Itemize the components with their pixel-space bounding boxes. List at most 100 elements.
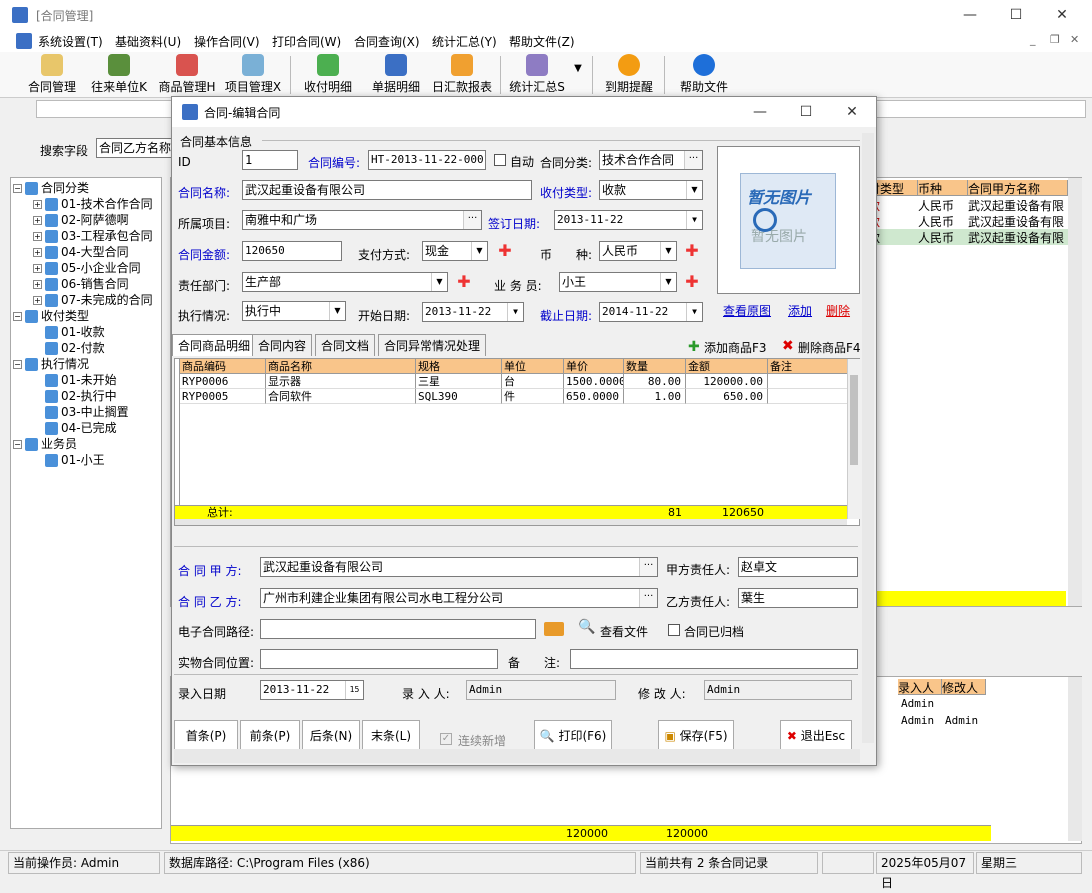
- delete-goods-icon[interactable]: ✖: [782, 338, 794, 354]
- toolbar-goods[interactable]: 商品管理H: [156, 54, 218, 96]
- expand-icon[interactable]: +: [33, 264, 42, 273]
- chevron-down-icon[interactable]: ▼: [686, 211, 702, 229]
- goods-cell[interactable]: 120000.00: [686, 374, 768, 389]
- party-b-person-field[interactable]: 葉生: [738, 588, 858, 608]
- expand-icon[interactable]: +: [33, 280, 42, 289]
- ellipsis-icon[interactable]: ···: [463, 211, 481, 229]
- archived-checkbox[interactable]: [668, 624, 680, 636]
- goods-cell[interactable]: 合同软件: [266, 389, 416, 404]
- print-button[interactable]: 🔍 打印(F6): [534, 720, 612, 752]
- category-field[interactable]: 技术合作合同 ···: [599, 150, 703, 170]
- prev-record-button[interactable]: 前条(P): [240, 720, 300, 752]
- tab-exceptions[interactable]: 合同异常情况处理: [378, 334, 487, 356]
- add-goods-button[interactable]: 添加商品F3: [704, 339, 767, 356]
- mdi-close-icon[interactable]: ✕: [1070, 33, 1079, 46]
- pay-method-select[interactable]: 现金 ▼: [422, 241, 488, 261]
- goods-vertical-scrollbar[interactable]: [847, 359, 860, 519]
- add-salesman-icon[interactable]: ✚: [685, 274, 699, 290]
- goods-col-header[interactable]: 单价: [564, 359, 624, 374]
- toolbar-statistics[interactable]: 统计汇总S: [506, 54, 568, 96]
- goods-cell[interactable]: SQL390: [416, 389, 502, 404]
- menu-help[interactable]: 帮助文件(Z): [509, 33, 575, 50]
- goods-cell[interactable]: 1.00: [624, 389, 686, 404]
- toolbar-help[interactable]: 帮助文件: [676, 54, 732, 96]
- pay-type-select[interactable]: 收款 ▼: [599, 180, 703, 200]
- tree-node[interactable]: +01-技术合作合同: [33, 196, 153, 212]
- tree-node[interactable]: +03-工程承包合同: [33, 228, 153, 244]
- delete-image-link[interactable]: 删除: [826, 302, 850, 319]
- add-currency-icon[interactable]: ✚: [685, 243, 699, 259]
- menu-operate-contract[interactable]: 操作合同(V): [194, 33, 260, 50]
- tree-node[interactable]: 01-小王: [33, 452, 105, 468]
- tree-node[interactable]: +04-大型合同: [33, 244, 129, 260]
- goods-cell[interactable]: 件: [502, 389, 564, 404]
- menu-contract-query[interactable]: 合同查询(X): [354, 33, 420, 50]
- goods-cell[interactable]: 三星: [416, 374, 502, 389]
- contract-image-box[interactable]: 暂无图片 暂无图片: [717, 146, 860, 294]
- menu-basic-data[interactable]: 基础资料(U): [115, 33, 181, 50]
- chevron-down-icon[interactable]: ▼: [431, 273, 447, 291]
- view-file-search-icon[interactable]: 🔍: [578, 619, 595, 635]
- toolbar-due-reminder[interactable]: 到期提醒: [600, 54, 658, 96]
- dialog-minimize-icon[interactable]: —: [740, 101, 780, 123]
- entry-date-picker[interactable]: 2013-11-22 15: [260, 680, 364, 700]
- add-image-link[interactable]: 添加: [788, 302, 812, 319]
- goods-col-header[interactable]: 商品名称: [266, 359, 416, 374]
- toolbar-daily-report[interactable]: 日汇款报表: [430, 54, 494, 96]
- toolbar-payment-detail[interactable]: 收付明细: [298, 54, 358, 96]
- vertical-scrollbar[interactable]: [1068, 677, 1082, 841]
- dialog-close-icon[interactable]: ✕: [832, 101, 872, 123]
- add-goods-icon[interactable]: ✚: [688, 339, 700, 355]
- next-record-button[interactable]: 后条(N): [302, 720, 360, 752]
- dialog-horizontal-scrollbar[interactable]: [174, 749, 860, 763]
- toolbar-partners[interactable]: 往来单位K: [88, 54, 150, 96]
- ellipsis-icon[interactable]: ···: [639, 589, 657, 607]
- scroll-thumb[interactable]: [850, 375, 858, 465]
- goods-cell[interactable]: 80.00: [624, 374, 686, 389]
- mdi-minimize-icon[interactable]: _: [1030, 33, 1036, 46]
- contract-no-field[interactable]: HT-2013-11-22-0001: [368, 150, 486, 170]
- status-select[interactable]: 执行中 ▼: [242, 301, 346, 321]
- last-record-button[interactable]: 末条(L): [362, 720, 420, 752]
- chevron-down-icon[interactable]: ▼: [471, 242, 487, 260]
- goods-col-header[interactable]: 数量: [624, 359, 686, 374]
- tree-node[interactable]: 04-已完成: [33, 420, 117, 436]
- expand-icon[interactable]: +: [33, 296, 42, 305]
- tree-node[interactable]: − 业务员: [13, 436, 77, 452]
- goods-col-header[interactable]: 金额: [686, 359, 768, 374]
- tree-node[interactable]: − 收付类型: [13, 308, 89, 324]
- tree-node[interactable]: 01-未开始: [33, 372, 117, 388]
- chevron-down-icon[interactable]: ▼: [660, 242, 676, 260]
- chevron-down-icon[interactable]: ▼: [507, 303, 523, 321]
- collapse-icon[interactable]: −: [13, 360, 22, 369]
- chevron-down-icon[interactable]: ▼: [686, 303, 702, 321]
- auto-checkbox[interactable]: [494, 154, 506, 166]
- tree-node[interactable]: +06-销售合同: [33, 276, 129, 292]
- toolbar-bill-detail[interactable]: 单据明细: [366, 54, 426, 96]
- sign-date-picker[interactable]: 2013-11-22 ▼: [554, 210, 703, 230]
- goods-cell[interactable]: 650.00: [686, 389, 768, 404]
- vertical-scrollbar[interactable]: [1068, 178, 1082, 606]
- chevron-down-icon[interactable]: ▼: [329, 302, 345, 320]
- goods-col-header[interactable]: 规格: [416, 359, 502, 374]
- goods-cell[interactable]: 650.0000: [564, 389, 624, 404]
- dept-select[interactable]: 生产部 ▼: [242, 272, 448, 292]
- toolbar-statistics-dropdown[interactable]: ▼: [570, 54, 586, 96]
- goods-cell[interactable]: 1500.0000: [564, 374, 624, 389]
- location-field[interactable]: [260, 649, 498, 669]
- id-field[interactable]: 1: [242, 150, 298, 170]
- party-a-person-field[interactable]: 赵卓文: [738, 557, 858, 577]
- collapse-icon[interactable]: −: [13, 312, 22, 321]
- goods-col-header[interactable]: 单位: [502, 359, 564, 374]
- calendar-icon[interactable]: 15: [345, 681, 363, 699]
- expand-icon[interactable]: +: [33, 216, 42, 225]
- save-button[interactable]: ▣ 保存(F5): [658, 720, 734, 752]
- menu-statistics[interactable]: 统计汇总(Y): [432, 33, 497, 50]
- expand-icon[interactable]: +: [33, 248, 42, 257]
- tree-node[interactable]: +07-未完成的合同: [33, 292, 153, 308]
- goods-cell[interactable]: [768, 374, 848, 389]
- goods-col-header[interactable]: 备注: [768, 359, 848, 374]
- salesman-select[interactable]: 小王 ▼: [559, 272, 677, 292]
- view-file-button[interactable]: 查看文件: [600, 623, 648, 640]
- goods-cell[interactable]: 台: [502, 374, 564, 389]
